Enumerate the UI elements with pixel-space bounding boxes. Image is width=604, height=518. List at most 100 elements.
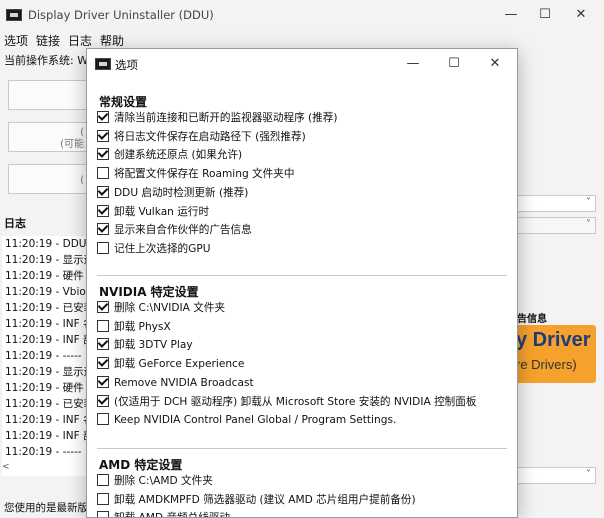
option-label: 卸载 PhysX	[114, 320, 171, 333]
option-checkbox[interactable]	[97, 357, 109, 370]
menu-options[interactable]: 选项	[0, 30, 32, 49]
option-row[interactable]: 卸载 AMD 音频总线驱动	[97, 511, 230, 517]
option-checkbox[interactable]	[97, 241, 109, 254]
log-line: 11:20:19 - INF 名	[5, 414, 86, 426]
option-row[interactable]: 将日志文件保存在启动路径下 (强烈推荐)	[97, 129, 306, 147]
clean-shutdown-button[interactable]: (	[8, 164, 88, 194]
option-label: 将配置文件保存在 Roaming 文件夹中	[114, 168, 295, 181]
section-title: AMD 特定设置	[99, 458, 183, 472]
option-row[interactable]: Keep NVIDIA Control Panel Global / Progr…	[97, 413, 396, 430]
option-row[interactable]: DDU 启动时检测更新 (推荐)	[97, 185, 249, 203]
option-row[interactable]: (仅适用于 DCH 驱动程序) 卸载从 Microsoft Store 安装的 …	[97, 394, 477, 412]
option-label: DDU 启动时检测更新 (推荐)	[114, 186, 249, 199]
button-line2: (可能	[60, 139, 84, 150]
option-row[interactable]: 将配置文件保存在 Roaming 文件夹中	[97, 167, 294, 184]
option-checkbox[interactable]	[97, 394, 109, 407]
log-list[interactable]: 11:20:19 - DDU 11:20:19 - 显示运 11:20:19 - 硬…	[2, 236, 86, 462]
log-line: 11:20:19 - -----	[5, 350, 82, 362]
section-title: NVIDIA 特定设置	[99, 285, 199, 299]
section-divider	[97, 448, 507, 449]
log-line: 11:20:19 - 显示运	[5, 366, 86, 378]
menu-help[interactable]: 帮助	[96, 30, 128, 49]
option-row[interactable]: 卸载 AMDKMPFD 筛选器驱动 (建议 AMD 芯片组用户提前备份)	[97, 492, 416, 510]
option-label: 清除当前连接和已断开的监视器驱动程序 (推荐)	[114, 112, 338, 124]
option-label: 删除 C:\NVIDIA 文件夹	[114, 302, 226, 314]
chevron-down-icon: ˅	[586, 197, 591, 208]
main-title-bar: Display Driver Uninstaller (DDU) — ☐ ✕	[0, 0, 604, 30]
option-checkbox[interactable]	[97, 319, 109, 332]
option-label: 卸载 AMDKMPFD 筛选器驱动 (建议 AMD 芯片组用户提前备份)	[114, 493, 416, 506]
menu-log[interactable]: 日志	[64, 30, 96, 49]
device-vendor-dropdown[interactable]: ˅	[514, 217, 596, 234]
log-line: 11:20:19 - Vbios	[5, 286, 86, 298]
option-row[interactable]: 卸载 GeForce Experience	[97, 357, 244, 374]
log-line: 11:20:19 - 已安装	[5, 398, 86, 410]
option-row[interactable]: 删除 C:\AMD 文件夹	[97, 474, 213, 491]
option-checkbox[interactable]	[97, 301, 109, 313]
option-checkbox[interactable]	[97, 148, 109, 161]
dialog-maximize-button[interactable]: ☐	[434, 49, 474, 79]
log-line: 11:20:19 - 硬件 I	[5, 382, 86, 394]
menu-links[interactable]: 链接	[32, 30, 64, 49]
ad-line1: y Driver	[516, 329, 591, 351]
option-label: 显示来自合作伙伴的广告信息	[114, 224, 252, 237]
device-type-dropdown[interactable]: ˅	[514, 195, 596, 212]
log-line: 11:20:19 - INF 名	[5, 318, 86, 330]
option-label: Remove NVIDIA Broadcast	[114, 376, 254, 389]
option-row[interactable]: 记住上次选择的GPU	[97, 241, 211, 259]
chevron-down-icon: ˅	[586, 469, 591, 480]
option-label: 将日志文件保存在启动路径下 (强烈推荐)	[114, 130, 306, 143]
option-checkbox[interactable]	[97, 474, 109, 486]
app-icon	[6, 9, 22, 21]
option-checkbox[interactable]	[97, 167, 109, 180]
dialog-close-button[interactable]: ✕	[475, 49, 515, 79]
option-checkbox[interactable]	[97, 338, 109, 351]
close-button[interactable]: ✕	[558, 0, 604, 30]
log-line: 11:20:19 - INF 部	[5, 430, 86, 442]
option-label: 卸载 AMD 音频总线驱动	[114, 512, 230, 517]
ad-banner[interactable]: y Driver re Drivers)	[514, 325, 596, 383]
clean-no-restart-button[interactable]: ( (可能	[8, 122, 88, 152]
option-checkbox[interactable]	[97, 185, 109, 198]
log-line: 11:20:19 - 硬件 I	[5, 270, 86, 282]
option-row[interactable]: Remove NVIDIA Broadcast	[97, 375, 254, 393]
option-checkbox[interactable]	[97, 375, 109, 388]
option-label: 创建系统还原点 (如果允许)	[114, 149, 243, 162]
log-line: 11:20:19 - -----	[5, 446, 82, 458]
section-divider	[97, 275, 507, 276]
section-title: 常规设置	[99, 95, 148, 109]
app-icon	[95, 58, 111, 70]
option-row[interactable]: 清除当前连接和已断开的监视器驱动程序 (推荐)	[97, 111, 338, 128]
button-line1: (	[80, 175, 84, 186]
option-checkbox[interactable]	[97, 413, 109, 426]
option-checkbox[interactable]	[97, 204, 109, 217]
option-checkbox[interactable]	[97, 492, 109, 505]
log-line: 11:20:19 - DDU	[5, 238, 86, 250]
log-horizontal-scrollbar[interactable]: <	[2, 462, 86, 476]
option-row[interactable]: 卸载 3DTV Play	[97, 338, 193, 355]
menu-bar: 选项 链接 日志 帮助	[0, 30, 604, 50]
main-window-title: Display Driver Uninstaller (DDU)	[28, 8, 214, 22]
log-line: 11:20:19 - 显示运	[5, 254, 86, 266]
clean-restart-button[interactable]	[8, 80, 88, 110]
dialog-minimize-button[interactable]: —	[393, 49, 433, 79]
scroll-left-icon[interactable]: <	[2, 462, 10, 472]
option-checkbox[interactable]	[97, 129, 109, 142]
option-checkbox[interactable]	[97, 111, 109, 123]
option-label: Keep NVIDIA Control Panel Global / Progr…	[114, 414, 397, 427]
language-dropdown[interactable]: ˅	[514, 467, 596, 484]
option-label: (仅适用于 DCH 驱动程序) 卸载从 Microsoft Store 安装的 …	[114, 395, 477, 408]
log-line: 11:20:19 - 已安装	[5, 302, 86, 314]
option-row[interactable]: 创建系统还原点 (如果允许)	[97, 148, 242, 165]
options-dialog: 选项 — ☐ ✕ 常规设置 清除当前连接和已断开的监视器驱动程序 (推荐) 将日志文…	[86, 48, 518, 518]
option-checkbox[interactable]	[97, 511, 109, 517]
option-row[interactable]: 显示来自合作伙伴的广告信息	[97, 223, 252, 240]
option-row[interactable]: 删除 C:\NVIDIA 文件夹	[97, 301, 225, 318]
option-label: 删除 C:\AMD 文件夹	[114, 475, 213, 487]
option-row[interactable]: 卸载 Vulkan 运行时	[97, 204, 209, 222]
button-line1: (	[80, 127, 84, 138]
option-checkbox[interactable]	[97, 223, 109, 236]
ad-line2: re Drivers)	[516, 357, 577, 372]
dialog-scrollbar[interactable]	[511, 79, 515, 517]
option-row[interactable]: 卸载 PhysX	[97, 319, 171, 337]
